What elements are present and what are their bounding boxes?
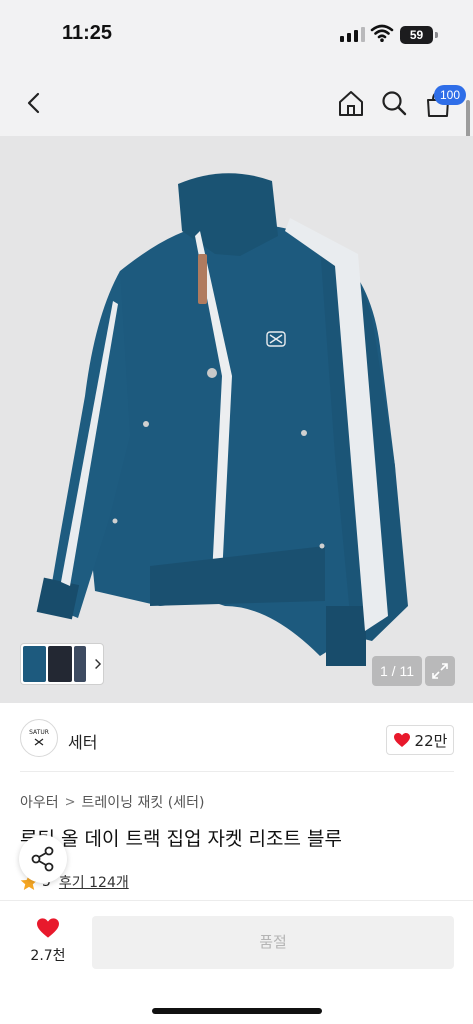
thumbnail-2[interactable]: [48, 646, 72, 682]
product-title: 루틴 올 데이 트랙 집업 자켓 리조트 블루: [20, 828, 342, 850]
thumbnail-1[interactable]: [23, 646, 47, 682]
battery-icon: 59: [400, 26, 433, 44]
breadcrumb-category[interactable]: 트레이닝 재킷 (세터): [82, 792, 205, 812]
brand-like-button[interactable]: 22만: [386, 725, 454, 755]
bottom-action-bar: 2.7천 품절: [0, 901, 473, 1024]
thumbnail-strip[interactable]: [20, 643, 104, 685]
heart-icon: [393, 733, 410, 747]
divider: [20, 771, 454, 772]
image-counter: 1 / 11: [372, 656, 422, 686]
chevron-left-icon[interactable]: [20, 88, 50, 118]
home-icon[interactable]: [336, 88, 366, 118]
breadcrumb-separator: >: [64, 794, 76, 810]
home-indicator: [152, 1008, 322, 1014]
breadcrumb-outer[interactable]: 아우터: [20, 792, 59, 812]
cart-badge: 100: [434, 85, 466, 105]
search-icon[interactable]: [379, 88, 409, 118]
status-time: 11:25: [62, 22, 113, 44]
nav-bar: 100: [0, 70, 473, 136]
soldout-button[interactable]: 품절: [92, 916, 454, 969]
jacket-illustration: [36, 173, 408, 666]
brand-row: SATUR 세터 22만: [0, 703, 473, 771]
cellular-signal-icon: [340, 27, 365, 42]
brand-logo[interactable]: SATUR: [20, 719, 58, 757]
brand-logo-text: SATUR: [29, 729, 49, 736]
heart-icon: [37, 918, 59, 938]
status-bar: 11:25 59: [0, 0, 473, 70]
chevron-right-icon[interactable]: [92, 657, 103, 671]
breadcrumb: 아우터 > 트레이닝 재킷 (세터): [20, 792, 204, 812]
expand-button[interactable]: [425, 656, 455, 686]
brand-name[interactable]: 세터: [68, 729, 97, 753]
wifi-icon: [370, 24, 394, 42]
brand-like-count: 22만: [414, 731, 448, 750]
product-image[interactable]: [0, 136, 473, 703]
wishlist-count: 2.7천: [30, 948, 66, 964]
expand-icon: [432, 663, 448, 679]
brand-mark-icon: [34, 738, 44, 746]
battery-tip: [435, 32, 438, 38]
share-icon: [31, 846, 54, 872]
thumbnail-3[interactable]: [73, 646, 87, 682]
review-link[interactable]: 후기 124개: [59, 872, 129, 892]
share-button[interactable]: [19, 835, 67, 883]
wishlist-button[interactable]: 2.7천: [20, 917, 76, 965]
